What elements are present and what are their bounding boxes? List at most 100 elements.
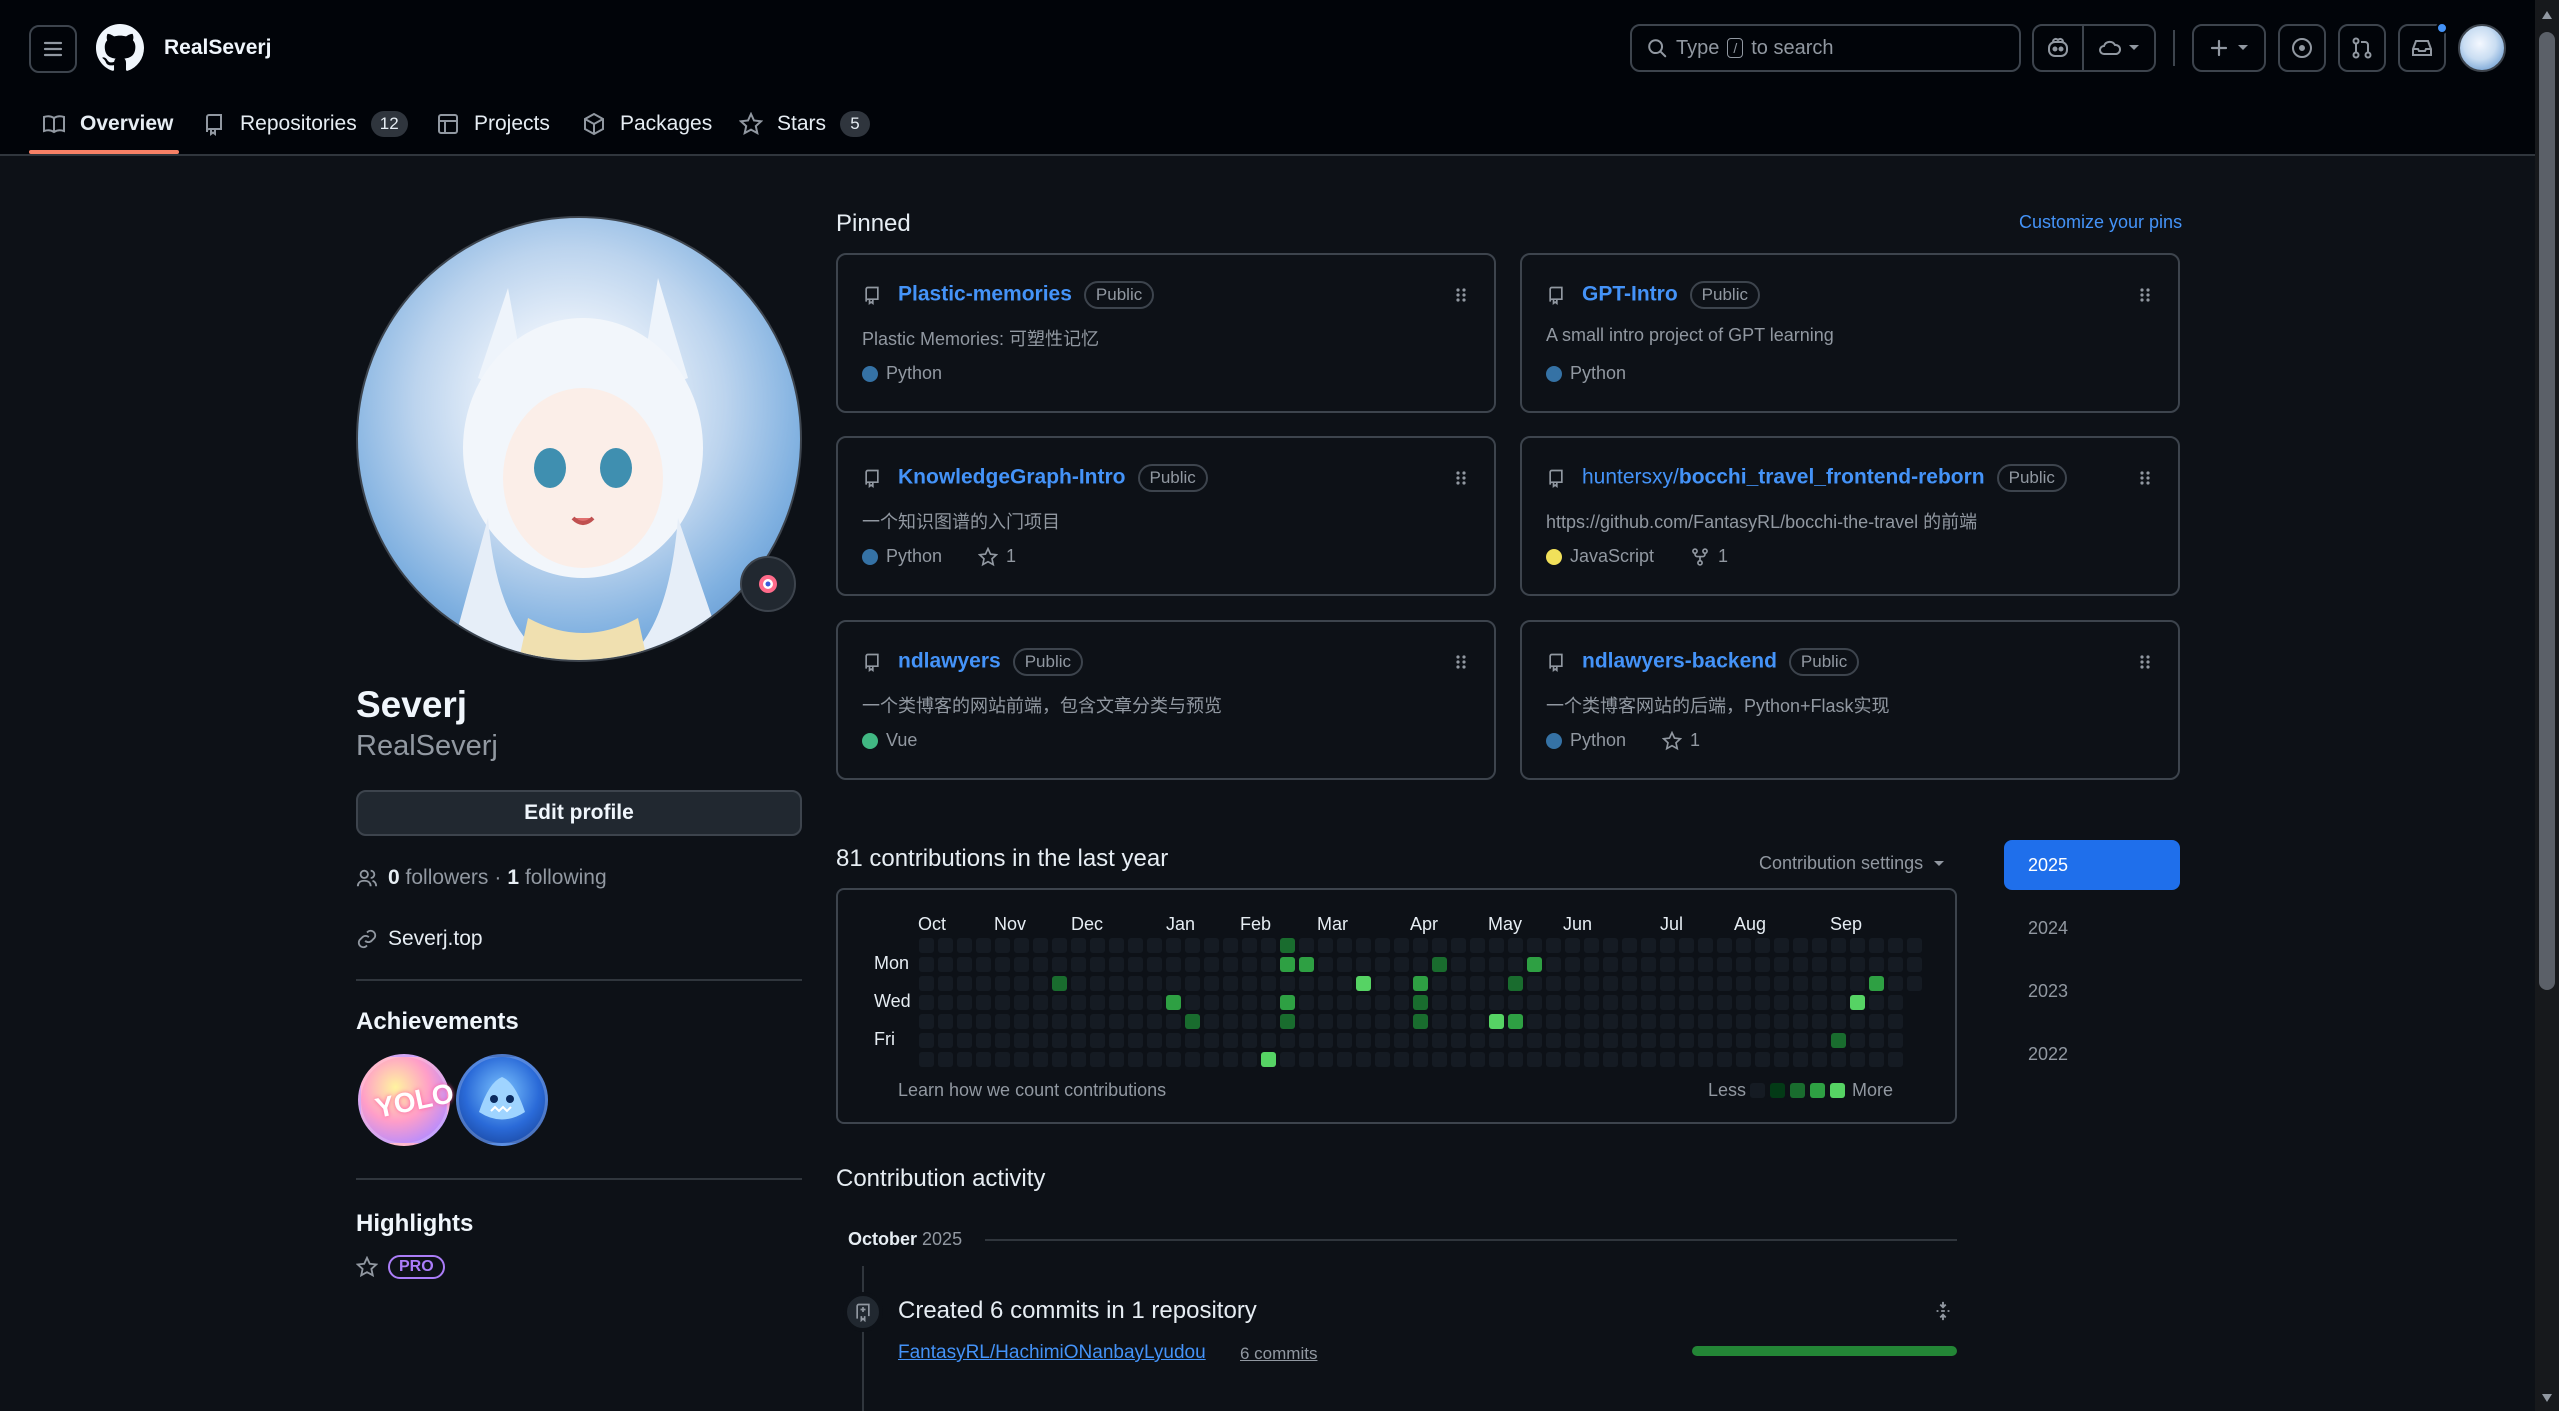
contribution-day-cell[interactable]	[1622, 1014, 1637, 1029]
contribution-day-cell[interactable]	[1052, 995, 1067, 1010]
contribution-day-cell[interactable]	[1413, 957, 1428, 972]
contribution-day-cell[interactable]	[1261, 1052, 1276, 1067]
contribution-day-cell[interactable]	[1812, 1052, 1827, 1067]
contribution-day-cell[interactable]	[1622, 957, 1637, 972]
tab-projects[interactable]: Projects	[436, 104, 550, 144]
contribution-day-cell[interactable]	[1432, 976, 1447, 991]
drag-handle-icon[interactable]	[2138, 654, 2152, 675]
contribution-day-cell[interactable]	[976, 1052, 991, 1067]
contribution-day-cell[interactable]	[1280, 1033, 1295, 1048]
contribution-day-cell[interactable]	[1052, 1033, 1067, 1048]
contribution-day-cell[interactable]	[1850, 976, 1865, 991]
drag-handle-icon[interactable]	[1454, 470, 1468, 491]
contribution-day-cell[interactable]	[1888, 957, 1903, 972]
repo-name-link[interactable]: Plastic-memories Public	[898, 281, 1155, 309]
year-2024-button[interactable]: 2024	[2004, 903, 2180, 953]
achievement-yolo-badge[interactable]: YOLO	[358, 1054, 457, 1146]
contribution-day-cell[interactable]	[1451, 1014, 1466, 1029]
contribution-day-cell[interactable]	[1641, 995, 1656, 1010]
contribution-day-cell[interactable]	[1489, 976, 1504, 991]
contribution-day-cell[interactable]	[1698, 1014, 1713, 1029]
contribution-day-cell[interactable]	[1698, 1033, 1713, 1048]
contribution-day-cell[interactable]	[1546, 1052, 1561, 1067]
contribution-day-cell[interactable]	[1185, 995, 1200, 1010]
contribution-day-cell[interactable]	[1223, 995, 1238, 1010]
contribution-day-cell[interactable]	[1394, 995, 1409, 1010]
contribution-day-cell[interactable]	[1793, 1052, 1808, 1067]
contribution-day-cell[interactable]	[1584, 957, 1599, 972]
contribution-day-cell[interactable]	[1394, 1014, 1409, 1029]
contribution-day-cell[interactable]	[938, 976, 953, 991]
contribution-day-cell[interactable]	[1204, 957, 1219, 972]
contribution-day-cell[interactable]	[1888, 938, 1903, 953]
contribution-day-cell[interactable]	[1356, 1033, 1371, 1048]
contribution-day-cell[interactable]	[1565, 1052, 1580, 1067]
contribution-day-cell[interactable]	[1527, 957, 1542, 972]
contribution-day-cell[interactable]	[1641, 938, 1656, 953]
contribution-day-cell[interactable]	[1470, 1033, 1485, 1048]
issues-button[interactable]	[2278, 24, 2326, 72]
contribution-day-cell[interactable]	[1793, 938, 1808, 953]
contribution-day-cell[interactable]	[1622, 1033, 1637, 1048]
contribution-day-cell[interactable]	[1432, 1014, 1447, 1029]
contribution-day-cell[interactable]	[995, 938, 1010, 953]
contribution-day-cell[interactable]	[1470, 938, 1485, 953]
contribution-day-cell[interactable]	[1071, 1052, 1086, 1067]
contribution-day-cell[interactable]	[1014, 1052, 1029, 1067]
contribution-day-cell[interactable]	[957, 995, 972, 1010]
contribution-day-cell[interactable]	[1831, 1052, 1846, 1067]
contribution-day-cell[interactable]	[1090, 1014, 1105, 1029]
contribution-day-cell[interactable]	[1850, 938, 1865, 953]
contribution-day-cell[interactable]	[1679, 938, 1694, 953]
contribution-day-cell[interactable]	[957, 976, 972, 991]
contribution-day-cell[interactable]	[1508, 957, 1523, 972]
contribution-day-cell[interactable]	[1831, 938, 1846, 953]
contribution-day-cell[interactable]	[919, 938, 934, 953]
contribution-day-cell[interactable]	[1622, 976, 1637, 991]
contribution-day-cell[interactable]	[1128, 1052, 1143, 1067]
contribution-day-cell[interactable]	[1717, 995, 1732, 1010]
contribution-day-cell[interactable]	[1090, 976, 1105, 991]
contribution-day-cell[interactable]	[1736, 938, 1751, 953]
contribution-day-cell[interactable]	[1565, 1033, 1580, 1048]
contribution-day-cell[interactable]	[1261, 976, 1276, 991]
contribution-day-cell[interactable]	[1603, 1014, 1618, 1029]
contribution-day-cell[interactable]	[938, 1033, 953, 1048]
website-link[interactable]: Severj.top	[388, 927, 483, 951]
contribution-day-cell[interactable]	[1489, 1052, 1504, 1067]
contribution-day-cell[interactable]	[1451, 995, 1466, 1010]
contribution-day-cell[interactable]	[1242, 938, 1257, 953]
contribution-day-cell[interactable]	[995, 1052, 1010, 1067]
contribution-day-cell[interactable]	[995, 976, 1010, 991]
contribution-day-cell[interactable]	[1774, 1052, 1789, 1067]
scroll-up-arrow-icon[interactable]	[2541, 10, 2553, 20]
contribution-day-cell[interactable]	[1584, 1014, 1599, 1029]
contribution-day-cell[interactable]	[1318, 1033, 1333, 1048]
contribution-day-cell[interactable]	[1869, 976, 1884, 991]
contribution-day-cell[interactable]	[1736, 957, 1751, 972]
year-2025-button[interactable]: 2025	[2004, 840, 2180, 890]
contribution-day-cell[interactable]	[1147, 995, 1162, 1010]
contribution-day-cell[interactable]	[1280, 1014, 1295, 1029]
contribution-day-cell[interactable]	[1147, 957, 1162, 972]
contribution-day-cell[interactable]	[1242, 1052, 1257, 1067]
scrollbar-thumb[interactable]	[2539, 32, 2555, 990]
contribution-day-cell[interactable]	[919, 1052, 934, 1067]
contribution-day-cell[interactable]	[1774, 995, 1789, 1010]
contribution-day-cell[interactable]	[1356, 995, 1371, 1010]
contribution-day-cell[interactable]	[1679, 1033, 1694, 1048]
contribution-day-cell[interactable]	[1280, 957, 1295, 972]
page-scrollbar[interactable]	[2535, 0, 2559, 1411]
contribution-day-cell[interactable]	[1413, 1052, 1428, 1067]
contribution-day-cell[interactable]	[938, 1052, 953, 1067]
contribution-day-cell[interactable]	[1717, 938, 1732, 953]
contribution-day-cell[interactable]	[1166, 995, 1181, 1010]
contribution-day-cell[interactable]	[1185, 957, 1200, 972]
contribution-day-cell[interactable]	[1698, 976, 1713, 991]
contribution-day-cell[interactable]	[1204, 938, 1219, 953]
contribution-day-cell[interactable]	[1641, 1014, 1656, 1029]
contribution-day-cell[interactable]	[1223, 957, 1238, 972]
contribution-day-cell[interactable]	[1679, 976, 1694, 991]
contribution-day-cell[interactable]	[1451, 976, 1466, 991]
drag-handle-icon[interactable]	[1454, 654, 1468, 675]
